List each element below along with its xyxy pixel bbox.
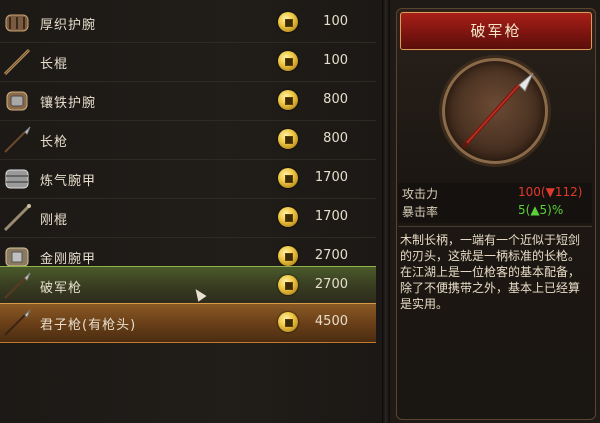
item-name: 长枪 bbox=[40, 135, 69, 150]
item-price: 1700 bbox=[314, 170, 348, 185]
junzi-spear-icon bbox=[4, 309, 31, 336]
list-item[interactable]: 刚棍 1700 bbox=[0, 199, 376, 238]
panel-divider bbox=[382, 0, 390, 423]
list-item-hovered[interactable]: 君子枪(有枪头) 4500 bbox=[0, 303, 376, 343]
crit-value: 5(▲5)% bbox=[518, 203, 564, 217]
item-price: 2700 bbox=[314, 248, 348, 263]
list-item[interactable]: 长枪 800 bbox=[0, 121, 376, 160]
list-item[interactable]: 长棍 100 bbox=[0, 43, 376, 82]
divider-line bbox=[398, 226, 592, 227]
item-name: 长棍 bbox=[40, 57, 69, 72]
crit-stat: 暴击率 5(▲5)% bbox=[400, 203, 590, 221]
item-portrait bbox=[442, 58, 548, 164]
pojun-spear-icon bbox=[4, 272, 31, 299]
list-item[interactable]: 厚织护腕 100 bbox=[0, 4, 376, 43]
spear-icon bbox=[462, 72, 534, 148]
steel-staff-icon bbox=[3, 204, 31, 232]
item-list: 厚织护腕 100 长棍 100 镶铁护腕 800 长枪 800 炼气腕甲 170… bbox=[0, 0, 382, 423]
item-price: 800 bbox=[323, 92, 348, 107]
bracer-icon bbox=[5, 14, 29, 32]
item-price: 100 bbox=[323, 53, 348, 68]
item-price: 2700 bbox=[314, 277, 348, 292]
detail-title: 破军枪 bbox=[470, 22, 522, 40]
item-name: 破军枪 bbox=[40, 281, 83, 296]
iron-bracer-icon bbox=[6, 91, 28, 111]
crit-label: 暴击率 bbox=[402, 205, 439, 219]
list-item[interactable]: 炼气腕甲 1700 bbox=[0, 160, 376, 199]
item-price: 100 bbox=[323, 14, 348, 29]
staff-icon bbox=[3, 48, 31, 76]
attack-value: 100(▼112) bbox=[518, 185, 583, 199]
stats-box: 攻击力 100(▼112) 暴击率 5(▲5)% bbox=[398, 183, 592, 223]
spear-icon bbox=[4, 126, 31, 153]
item-name: 镶铁护腕 bbox=[40, 96, 97, 111]
item-price: 4500 bbox=[314, 314, 348, 329]
attack-label: 攻击力 bbox=[402, 187, 439, 201]
item-description: 木制长柄，一端有一个近似于短剑的刃头，这就是一柄标准的长枪。在江湖上是一位枪客的… bbox=[400, 233, 581, 311]
item-price: 1700 bbox=[314, 209, 348, 224]
item-detail-panel: 破军枪 攻击力 100(▼112) 暴击率 5(▲5)% 木制长柄，一端有一个近… bbox=[390, 0, 600, 423]
item-price: 800 bbox=[323, 131, 348, 146]
list-item-selected[interactable]: 破军枪 2700 bbox=[0, 266, 376, 306]
qi-bracer-icon bbox=[5, 169, 29, 189]
item-name: 炼气腕甲 bbox=[40, 174, 97, 189]
detail-title-bar: 破军枪 bbox=[400, 12, 592, 50]
item-name: 金刚腕甲 bbox=[40, 252, 97, 267]
item-name: 君子枪(有枪头) bbox=[40, 318, 137, 333]
attack-stat: 攻击力 100(▼112) bbox=[400, 185, 590, 203]
item-name: 刚棍 bbox=[40, 213, 69, 228]
item-name: 厚织护腕 bbox=[40, 18, 97, 33]
list-item[interactable]: 镶铁护腕 800 bbox=[0, 82, 376, 121]
